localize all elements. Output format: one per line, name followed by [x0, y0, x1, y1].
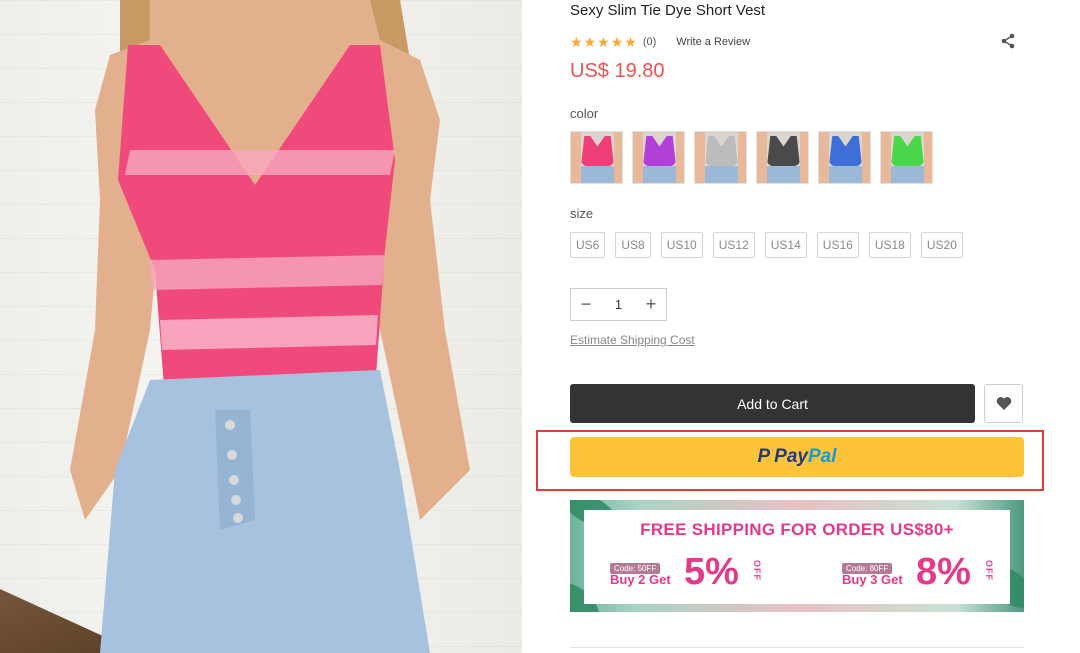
product-title: Sexy Slim Tie Dye Short Vest — [570, 2, 766, 19]
promo-offer: Code: 80FF Buy 3 Get 8% OFF — [842, 552, 994, 598]
quantity-increase-button[interactable]: + — [636, 289, 666, 320]
promo-buy-text: Buy 3 Get — [842, 572, 903, 587]
rating-stars: ★ ★ ★ ★ ★ — [570, 35, 637, 49]
color-swatch-purple[interactable] — [632, 131, 685, 184]
swatch-skin — [614, 132, 622, 183]
star-icon: ★ — [624, 34, 637, 50]
add-to-cart-button[interactable]: Add to Cart — [570, 384, 975, 423]
star-icon: ★ — [583, 34, 597, 50]
size-option-us10[interactable]: US10 — [660, 232, 703, 258]
swatch-jeans — [829, 166, 862, 183]
swatch-skin — [862, 132, 870, 183]
size-option-us14[interactable]: US14 — [764, 232, 807, 258]
wishlist-button[interactable] — [984, 384, 1023, 423]
promo-off: OFF — [752, 560, 762, 581]
color-swatch-black[interactable] — [756, 131, 809, 184]
size-option-us12[interactable]: US12 — [712, 232, 755, 258]
estimate-shipping-link[interactable]: Estimate Shipping Cost — [570, 333, 695, 347]
promo-banner[interactable]: FREE SHIPPING FOR ORDER US$80+ Code: 50F… — [570, 500, 1024, 612]
swatch-skin — [881, 132, 891, 183]
size-option-us16[interactable]: US16 — [816, 232, 859, 258]
promo-percent: 8% — [916, 551, 971, 593]
quantity-decrease-button[interactable]: − — [571, 289, 601, 320]
paypal-logo-icon: P — [757, 446, 771, 467]
promo-off: OFF — [984, 560, 994, 581]
size-option-us20[interactable]: US20 — [920, 232, 963, 258]
swatch-top — [705, 136, 738, 166]
swatch-skin — [633, 132, 643, 183]
swatch-skin — [819, 132, 829, 183]
size-label: size — [570, 206, 594, 221]
swatch-skin — [738, 132, 746, 183]
promo-percent: 5% — [684, 551, 739, 593]
swatch-skin — [695, 132, 705, 183]
color-swatch-pink[interactable] — [570, 131, 623, 184]
size-option-us8[interactable]: US8 — [615, 232, 651, 258]
promo-offer: Code: 50FF Buy 2 Get 5% OFF — [610, 552, 762, 598]
star-icon: ★ — [610, 34, 624, 50]
share-icon[interactable] — [1000, 33, 1016, 49]
quantity-input[interactable] — [601, 296, 636, 313]
model-illustration — [70, 0, 470, 653]
swatch-jeans — [891, 166, 924, 183]
swatch-top — [581, 136, 614, 166]
star-icon: ★ — [570, 34, 583, 50]
rating-row: ★ ★ ★ ★ ★ (0) Write a Review — [570, 33, 1024, 50]
paypal-word-pay: Pay — [774, 446, 808, 467]
swatch-jeans — [767, 166, 800, 183]
product-price: US$ 19.80 — [570, 60, 665, 82]
swatch-top — [767, 136, 800, 166]
swatch-top — [891, 136, 924, 166]
review-count: (0) — [642, 36, 657, 48]
size-options: US6 US8 US10 US12 US14 US16 US18 US20 — [570, 232, 963, 258]
swatch-top — [643, 136, 676, 166]
size-option-us6[interactable]: US6 — [570, 232, 606, 258]
swatch-skin — [800, 132, 808, 183]
product-image — [0, 0, 522, 653]
swatch-skin — [924, 132, 932, 183]
swatch-jeans — [643, 166, 676, 183]
promo-headline: FREE SHIPPING FOR ORDER US$80+ — [640, 520, 954, 539]
section-divider — [570, 647, 1024, 648]
paypal-word-pal: Pal — [807, 446, 837, 467]
swatch-top — [829, 136, 862, 166]
color-swatch-blue[interactable] — [818, 131, 871, 184]
swatch-skin — [571, 132, 581, 183]
quantity-stepper: − + — [570, 288, 667, 321]
color-swatch-grey[interactable] — [694, 131, 747, 184]
promo-buy-text: Buy 2 Get — [610, 572, 671, 587]
paypal-checkout-button[interactable]: P Pay Pal — [570, 437, 1024, 477]
color-swatch-green[interactable] — [880, 131, 933, 184]
write-review-link[interactable]: Write a Review — [676, 36, 750, 48]
swatch-skin — [757, 132, 767, 183]
size-option-us18[interactable]: US18 — [868, 232, 911, 258]
swatch-jeans — [581, 166, 614, 183]
swatch-jeans — [705, 166, 738, 183]
color-label: color — [570, 106, 599, 121]
swatch-skin — [676, 132, 684, 183]
color-swatches — [570, 131, 933, 184]
star-icon: ★ — [597, 34, 610, 50]
heart-icon — [996, 397, 1011, 410]
